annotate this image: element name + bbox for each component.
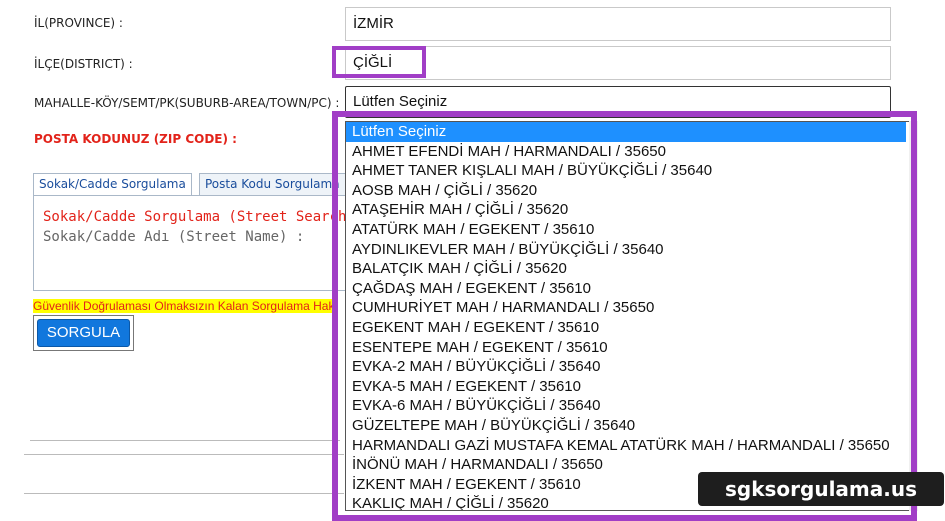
security-warning: Güvenlik Doğrulaması Olmaksızın Kalan So… [33, 299, 335, 313]
divider [24, 454, 344, 455]
province-select[interactable]: İZMİR [345, 7, 891, 41]
search-tabs: Sokak/Cadde Sorgulama Posta Kodu Sorgula… [33, 173, 346, 196]
province-label: İL(PROVINCE) : [34, 16, 123, 30]
neighborhood-label: MAHALLE-KÖY/SEMT/PK(SUBURB-AREA/TOWN/PC)… [34, 96, 340, 110]
query-button[interactable]: SORGULA [37, 319, 130, 347]
street-name-label: Sokak/Cadde Adı (Street Name) : [43, 229, 305, 245]
tab-zip-search[interactable]: Posta Kodu Sorgulama [199, 173, 346, 196]
watermark: sgksorgulama.us [698, 472, 944, 506]
district-label: İLÇE(DISTRICT) : [34, 57, 133, 71]
district-highlight-box [332, 46, 426, 78]
dropdown-highlight-box [332, 111, 917, 521]
divider [24, 493, 344, 494]
tab-street-search[interactable]: Sokak/Cadde Sorgulama [33, 173, 192, 196]
query-button-frame: SORGULA [33, 315, 134, 351]
district-select[interactable]: ÇİĞLİ [345, 46, 891, 80]
panel-title: Sokak/Cadde Sorgulama (Street Search) [43, 209, 355, 225]
divider [30, 440, 340, 441]
street-search-panel: Sokak/Cadde Sorgulama (Street Search) So… [33, 195, 355, 291]
zip-code-label: POSTA KODUNUZ (ZIP CODE) : [34, 132, 237, 146]
